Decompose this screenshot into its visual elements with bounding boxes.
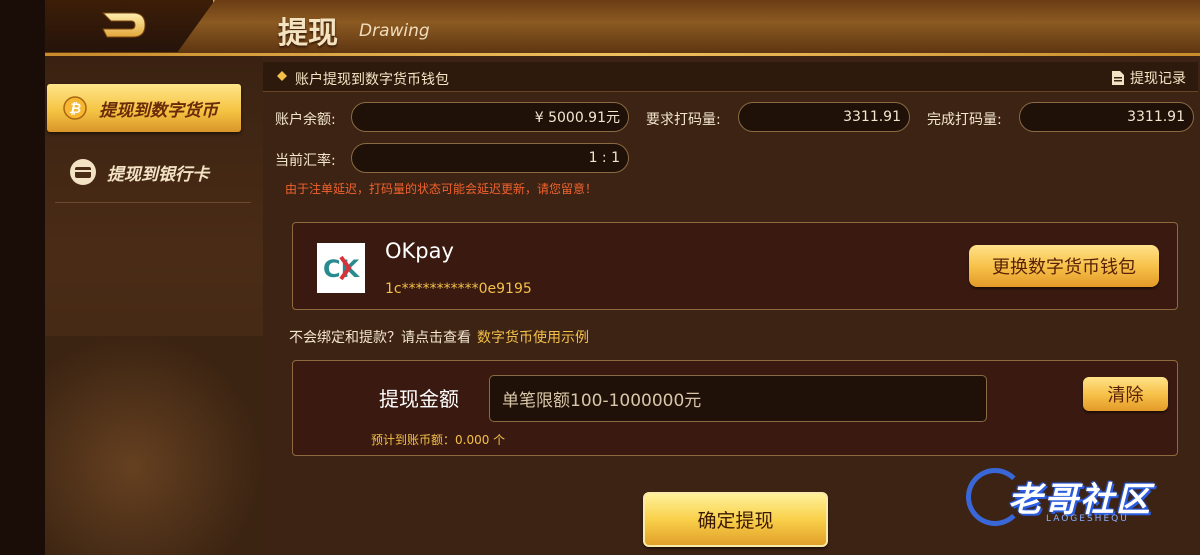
balance-field: ¥ 5000.91元 bbox=[351, 102, 629, 132]
sidebar-item-label: 提现到数字货币 bbox=[99, 100, 218, 121]
sidebar-divider bbox=[55, 202, 251, 203]
back-arrow-icon bbox=[101, 12, 146, 38]
section-header: 账户提现到数字货币钱包 提现记录 bbox=[263, 62, 1198, 92]
wallet-card: CK OKpay 1c***********0e9195 更换数字货币钱包 bbox=[292, 222, 1178, 310]
sidebar-decoration bbox=[45, 336, 263, 555]
header-bar: 提现 Drawing bbox=[45, 0, 1200, 56]
sidebar-item-label: 提现到银行卡 bbox=[107, 164, 209, 185]
document-icon bbox=[1112, 71, 1124, 85]
page-subtitle: Drawing bbox=[359, 21, 430, 41]
confirm-withdraw-button[interactable]: 确定提现 bbox=[643, 492, 828, 547]
amount-card: 提现金额 单笔限额100-1000000元 清除 预计到账币额：0.000 个 bbox=[292, 360, 1178, 456]
required-turnover-label: 要求打码量: bbox=[646, 112, 721, 128]
required-turnover-field: 3311.91 bbox=[738, 102, 910, 132]
withdraw-amount-label: 提现金额 bbox=[379, 387, 459, 411]
help-text: 不会绑定和提款？请点击查看 bbox=[289, 330, 471, 346]
diamond-icon bbox=[277, 71, 287, 81]
change-wallet-button[interactable]: 更换数字货币钱包 bbox=[969, 245, 1159, 287]
completed-turnover-label: 完成打码量: bbox=[927, 112, 1002, 128]
completed-turnover-field: 3311.91 bbox=[1019, 102, 1194, 132]
withdraw-record-link[interactable]: 提现记录 bbox=[1111, 68, 1186, 88]
exchange-rate-field: 1 : 1 bbox=[351, 143, 629, 173]
back-button[interactable] bbox=[100, 9, 148, 41]
wallet-address: 1c***********0e9195 bbox=[385, 281, 532, 297]
balance-label: 账户余额: bbox=[275, 112, 336, 128]
sidebar: ₿ 提现到数字货币 提现到银行卡 bbox=[45, 56, 263, 555]
wallet-name: OKpay bbox=[385, 239, 454, 263]
bank-card-icon bbox=[69, 158, 97, 186]
watermark-subtext: LAOGESHEQU bbox=[1046, 514, 1129, 524]
withdraw-amount-input[interactable]: 单笔限额100-1000000元 bbox=[489, 375, 987, 422]
bitcoin-icon: ₿ bbox=[61, 94, 89, 122]
page-title: 提现 bbox=[278, 16, 338, 51]
delay-notice: 由于注单延迟，打码量的状态可能会延迟更新，请您留意！ bbox=[285, 182, 598, 196]
left-frame bbox=[0, 0, 45, 555]
crypto-tutorial-link[interactable]: 数字货币使用示例 bbox=[477, 330, 589, 346]
svg-text:₿: ₿ bbox=[69, 101, 81, 117]
clear-button[interactable]: 清除 bbox=[1083, 377, 1168, 411]
okpay-logo-icon: CK bbox=[317, 243, 365, 293]
sidebar-item-bank-card[interactable]: 提现到银行卡 bbox=[55, 148, 251, 196]
section-title: 账户提现到数字货币钱包 bbox=[295, 72, 449, 88]
expected-coin-amount: 预计到账币额：0.000 个 bbox=[371, 433, 506, 447]
watermark-logo: 老哥社区 LAOGESHEQU bbox=[960, 458, 1185, 538]
withdraw-record-label: 提现记录 bbox=[1130, 71, 1186, 87]
help-line: 不会绑定和提款？请点击查看 数字货币使用示例 bbox=[289, 327, 589, 347]
sidebar-item-crypto[interactable]: ₿ 提现到数字货币 bbox=[47, 84, 241, 132]
exchange-rate-label: 当前汇率: bbox=[275, 153, 336, 169]
